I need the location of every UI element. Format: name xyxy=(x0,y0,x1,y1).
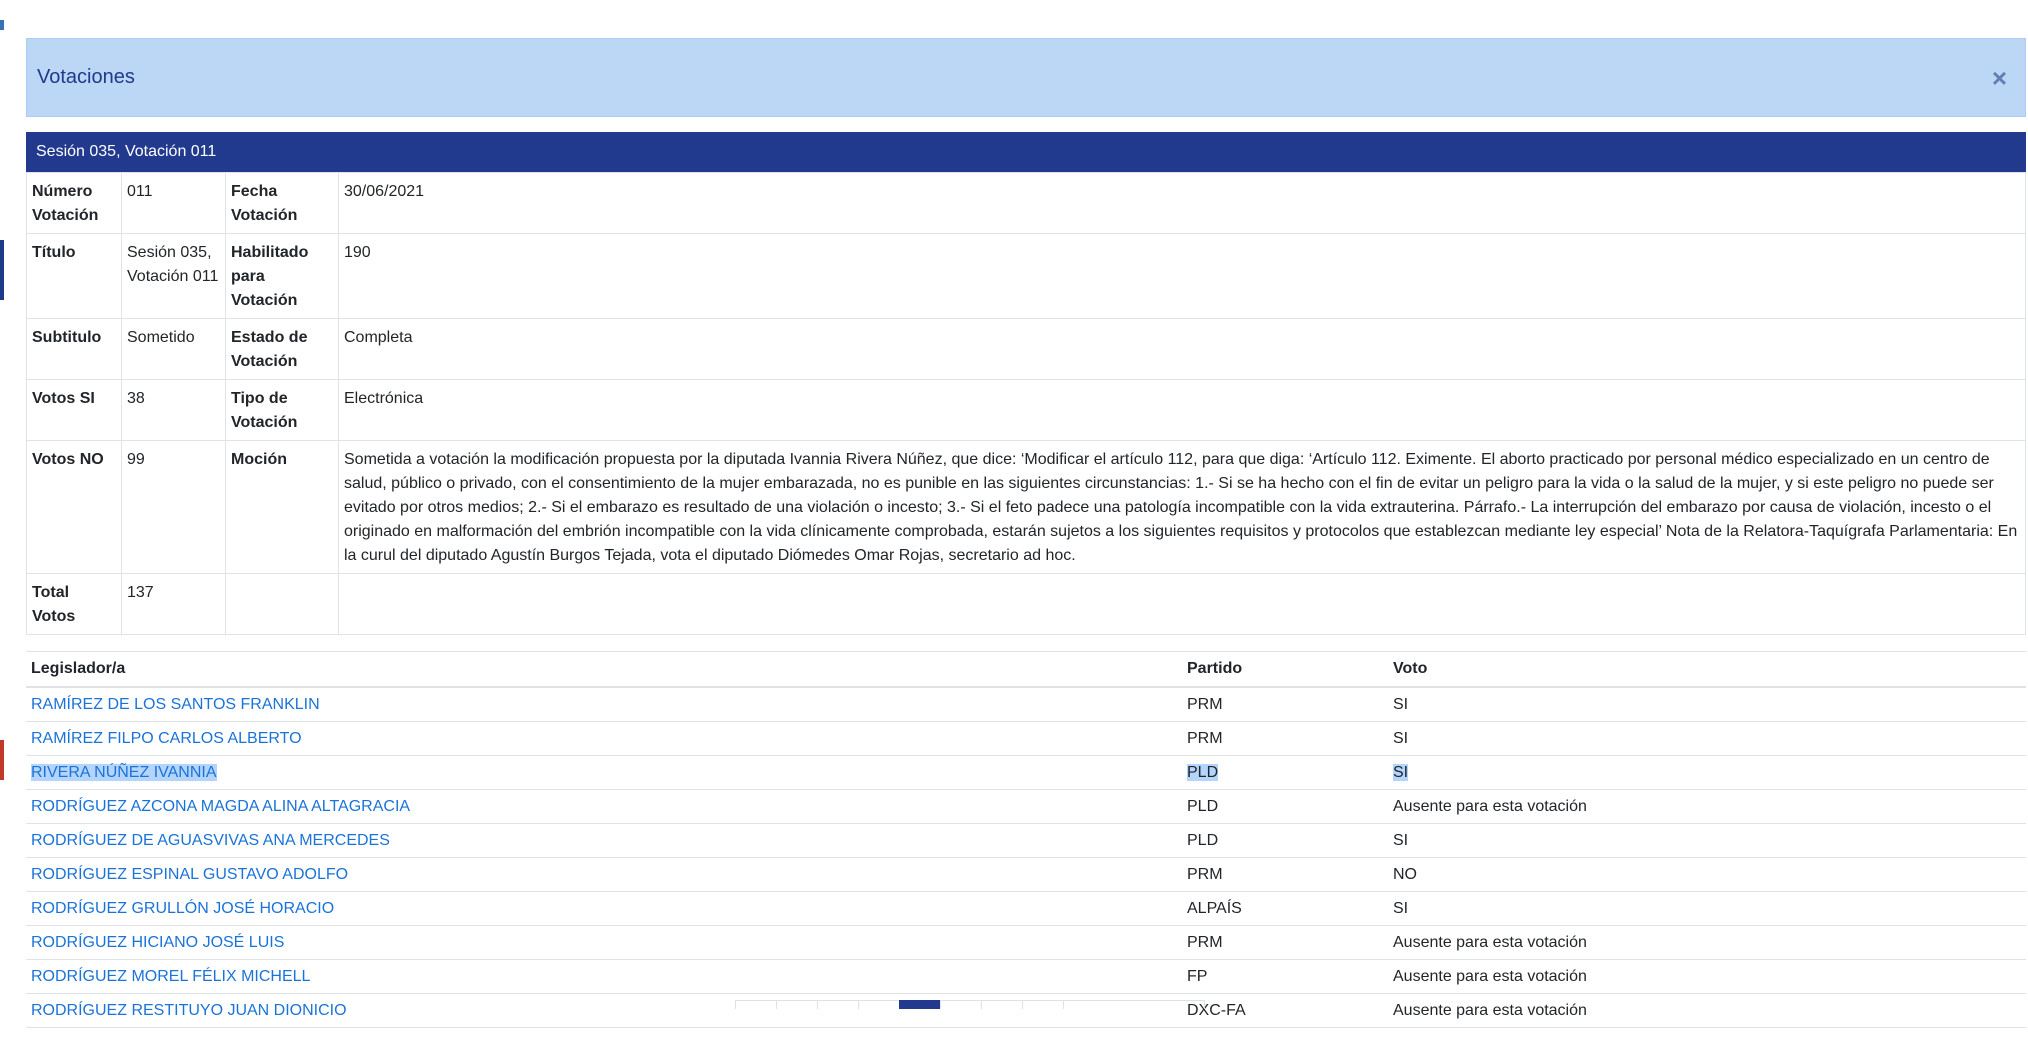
table-row: RODRÍGUEZ DE AGUASVIVAS ANA MERCEDES PLD… xyxy=(26,823,2026,858)
pagination-item[interactable] xyxy=(858,1000,900,1009)
party-cell: FP xyxy=(1182,959,1388,994)
estado-value: Completa xyxy=(338,318,2026,380)
vote-cell: Ausente para esta votación xyxy=(1388,925,2026,960)
legislator-link[interactable]: RODRÍGUEZ GRULLÓN JOSÉ HORACIO xyxy=(31,900,334,917)
pagination xyxy=(735,1000,1205,1009)
mocion-label: Moción xyxy=(225,440,339,574)
votos-si-value: 38 xyxy=(121,379,226,441)
legislator-link[interactable]: RAMÍREZ FILPO CARLOS ALBERTO xyxy=(31,730,302,747)
votos-si-label: Votos SI xyxy=(26,379,122,441)
estado-label: Estado de Votación xyxy=(225,318,339,380)
numero-votacion-value: 011 xyxy=(121,172,226,234)
background-page-edge xyxy=(0,0,4,1038)
table-row: RODRÍGUEZ HICIANO JOSÉ LUIS PRM Ausente … xyxy=(26,925,2026,960)
pagination-item[interactable] xyxy=(776,1000,818,1009)
legislator-link[interactable]: RAMÍREZ DE LOS SANTOS FRANKLIN xyxy=(31,696,320,713)
session-header: Sesión 035, Votación 011 xyxy=(26,132,2026,172)
legislator-link[interactable]: RODRÍGUEZ AZCONA MAGDA ALINA ALTAGRACIA xyxy=(31,798,410,815)
details-row: Título Sesión 035, Votación 011 Habilita… xyxy=(26,233,2026,319)
party-cell: PRM xyxy=(1182,857,1388,892)
legislator-link[interactable]: RIVERA NÚÑEZ IVANNIA xyxy=(31,764,217,781)
table-row: RODRÍGUEZ MOREL FÉLIX MICHELL FP Ausente… xyxy=(26,959,2026,994)
details-row: Votos SI 38 Tipo de Votación Electrónica xyxy=(26,379,2026,441)
table-row: RODRÍGUEZ GRULLÓN JOSÉ HORACIO ALPAÍS SI xyxy=(26,891,2026,926)
vote-cell: Ausente para esta votación xyxy=(1388,993,2026,1028)
vote-cell: Ausente para esta votación xyxy=(1388,789,2026,824)
pagination-item[interactable] xyxy=(1063,1000,1205,1009)
vote-details-table: Número Votación 011 Fecha Votación 30/06… xyxy=(26,172,2026,635)
votes-table: Legislador/a Partido Voto RAMÍREZ DE LOS… xyxy=(26,651,2026,1028)
table-row: RODRÍGUEZ AZCONA MAGDA ALINA ALTAGRACIA … xyxy=(26,789,2026,824)
fecha-votacion-label: Fecha Votación xyxy=(225,172,339,234)
details-row: Número Votación 011 Fecha Votación 30/06… xyxy=(26,172,2026,234)
numero-votacion-label: Número Votación xyxy=(26,172,122,234)
party-cell: PRM xyxy=(1182,925,1388,960)
pagination-item[interactable] xyxy=(940,1000,982,1009)
votaciones-modal: Votaciones × Sesión 035, Votación 011 Nú… xyxy=(26,38,2026,1038)
details-row: Subtitulo Sometido Estado de Votación Co… xyxy=(26,318,2026,380)
party-cell: PLD xyxy=(1182,823,1388,858)
vote-cell: Ausente para esta votación xyxy=(1388,959,2026,994)
voto-column-header: Voto xyxy=(1388,651,2026,688)
details-row: Total Votos 137 xyxy=(26,573,2026,635)
vote-cell: SI xyxy=(1388,721,2026,756)
close-icon[interactable]: × xyxy=(1992,65,2007,91)
legislator-link[interactable]: RODRÍGUEZ RESTITUYO JUAN DIONICIO xyxy=(31,1002,347,1019)
habilitado-label: Habilitado para Votación xyxy=(225,233,339,319)
party-cell: PRM xyxy=(1182,687,1388,722)
empty-cell xyxy=(225,573,339,635)
table-row: RAMÍREZ FILPO CARLOS ALBERTO PRM SI xyxy=(26,721,2026,756)
vote-cell: SI xyxy=(1388,891,2026,926)
party-cell: DXC-FA xyxy=(1182,993,1388,1028)
party-cell: PLD xyxy=(1187,763,1219,781)
vote-cell: SI xyxy=(1388,823,2026,858)
total-votos-value: 137 xyxy=(121,573,226,635)
party-cell: ALPAÍS xyxy=(1182,891,1388,926)
legislator-link[interactable]: RODRÍGUEZ HICIANO JOSÉ LUIS xyxy=(31,934,284,951)
titulo-label: Título xyxy=(26,233,122,319)
party-cell: PRM xyxy=(1182,721,1388,756)
tipo-label: Tipo de Votación xyxy=(225,379,339,441)
modal-title: Votaciones xyxy=(37,66,135,88)
table-row: RODRÍGUEZ RESTITUYO JUAN DIONICIO DXC-FA… xyxy=(26,993,2026,1028)
legislador-column-header: Legislador/a xyxy=(26,651,1182,688)
tipo-value: Electrónica xyxy=(338,379,2026,441)
legislator-link[interactable]: RODRÍGUEZ ESPINAL GUSTAVO ADOLFO xyxy=(31,866,348,883)
votos-no-label: Votos NO xyxy=(26,440,122,574)
votes-header-row: Legislador/a Partido Voto xyxy=(26,651,2026,688)
vote-cell: SI xyxy=(1388,687,2026,722)
pagination-item[interactable] xyxy=(981,1000,1023,1009)
modal-header: Votaciones × xyxy=(26,38,2026,117)
partido-column-header: Partido xyxy=(1182,651,1388,688)
fecha-votacion-value: 30/06/2021 xyxy=(338,172,2026,234)
vote-cell: SI xyxy=(1393,763,1409,781)
pagination-item[interactable] xyxy=(1022,1000,1064,1009)
subtitulo-label: Subtitulo xyxy=(26,318,122,380)
legislator-link[interactable]: RODRÍGUEZ DE AGUASVIVAS ANA MERCEDES xyxy=(31,832,390,849)
party-cell: PLD xyxy=(1182,789,1388,824)
table-row: RIVERA NÚÑEZ IVANNIA PLD SI xyxy=(26,755,2026,790)
vote-cell: NO xyxy=(1388,857,2026,892)
legislator-link[interactable]: RODRÍGUEZ MOREL FÉLIX MICHELL xyxy=(31,968,310,985)
total-votos-label: Total Votos xyxy=(26,573,122,635)
details-row: Votos NO 99 Moción Sometida a votación l… xyxy=(26,440,2026,574)
habilitado-value: 190 xyxy=(338,233,2026,319)
subtitulo-value: Sometido xyxy=(121,318,226,380)
table-row: RAMÍREZ DE LOS SANTOS FRANKLIN PRM SI xyxy=(26,687,2026,722)
votos-no-value: 99 xyxy=(121,440,226,574)
pagination-item[interactable] xyxy=(735,1000,777,1009)
titulo-value: Sesión 035, Votación 011 xyxy=(121,233,226,319)
pagination-item[interactable] xyxy=(817,1000,859,1009)
empty-cell xyxy=(338,573,2026,635)
pagination-item-active[interactable] xyxy=(899,1000,941,1009)
table-row: RODRÍGUEZ ESPINAL GUSTAVO ADOLFO PRM NO xyxy=(26,857,2026,892)
mocion-value: Sometida a votación la modificación prop… xyxy=(338,440,2026,574)
